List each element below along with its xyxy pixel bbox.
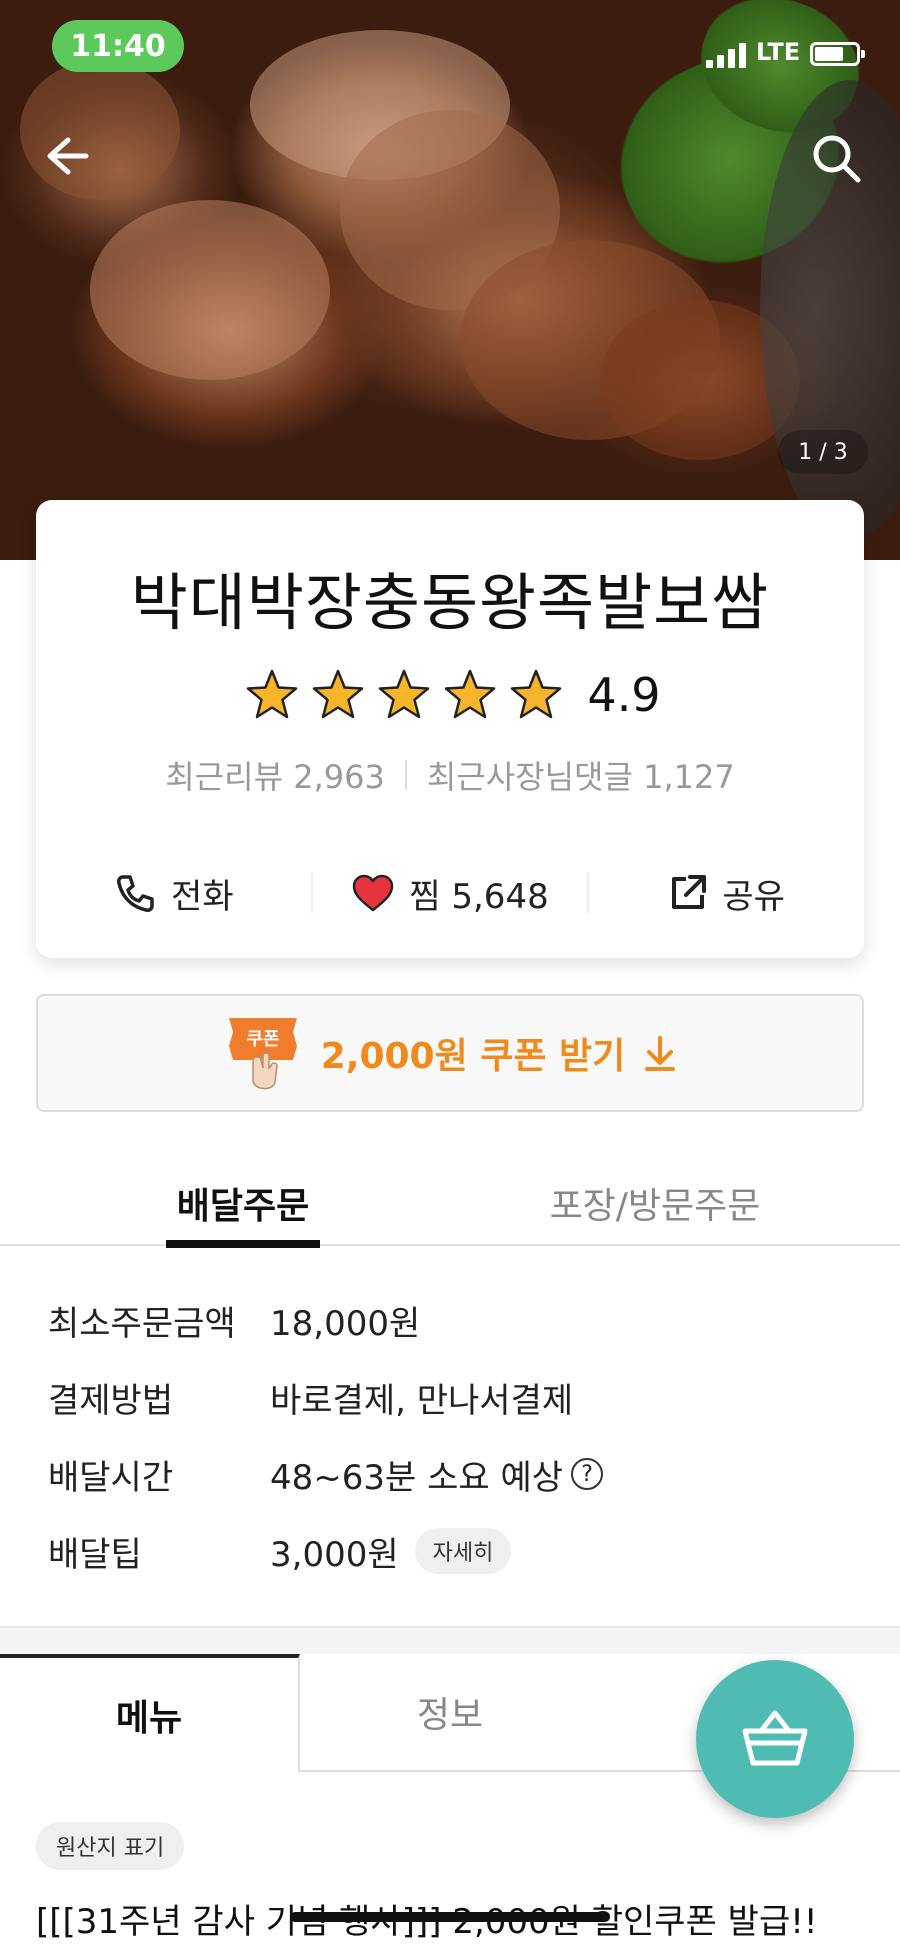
coupon-badge-text: 쿠폰 [246, 1029, 279, 1050]
favorite-label: 찜 5,648 [409, 876, 549, 917]
back-arrow-icon [47, 137, 89, 175]
delivery-tip-detail-button[interactable]: 자세히 [414, 1528, 512, 1574]
rating-row: 4.9 [36, 668, 864, 722]
tab-pickup-order[interactable]: 포장/방문주문 [530, 1160, 780, 1246]
star-icon [379, 669, 430, 719]
star-icon [313, 669, 364, 719]
download-arrow-icon [645, 1036, 676, 1071]
star-icon [247, 669, 298, 719]
info-value-wrap: 3,000원 자세히 [270, 1527, 512, 1576]
phone-icon [117, 875, 154, 912]
coupon-hand-icon: 쿠폰 [228, 1018, 297, 1090]
search-icon [813, 135, 861, 183]
basket-icon [742, 1710, 808, 1766]
battery-icon [810, 42, 865, 66]
info-value: 바로결제, 만나서결제 [270, 1380, 574, 1421]
store-actions: 전화 찜 5,648 공유 [36, 858, 864, 928]
share-icon [672, 875, 707, 909]
tab-info[interactable]: 정보 [300, 1654, 600, 1772]
status-bar: 11:40 LTE [0, 0, 900, 96]
call-button[interactable]: 전화 [36, 869, 311, 918]
store-info-card: 박대박장충동왕족발보쌈 4.9 최근리뷰 2,963 최근사장님댓글 1,127… [36, 500, 864, 958]
call-label: 전화 [171, 876, 234, 917]
search-button[interactable] [806, 128, 866, 188]
signal-icon [706, 40, 756, 68]
info-label: 결제방법 [48, 1380, 174, 1421]
share-button[interactable]: 공유 [589, 869, 864, 918]
home-indicator [290, 1912, 610, 1922]
info-value: 18,000원 [270, 1303, 421, 1344]
store-name: 박대박장충동왕족발보쌈 [130, 566, 770, 639]
coupon-download-button[interactable]: 쿠폰 2,000원 쿠폰 받기 [36, 994, 864, 1112]
review-counts: 최근리뷰 2,963 최근사장님댓글 1,127 [36, 752, 864, 798]
share-label: 공유 [722, 876, 785, 917]
info-label: 최소주문금액 [48, 1303, 236, 1344]
min-order-row: 최소주문금액 18,000원 [48, 1290, 420, 1350]
tab-delivery-order[interactable]: 배달주문 [166, 1160, 320, 1248]
tab-menu[interactable]: 메뉴 [0, 1654, 300, 1772]
info-label: 배달시간 [48, 1457, 174, 1498]
back-button[interactable] [36, 128, 92, 184]
cart-button[interactable] [696, 1660, 854, 1818]
coupon-label: 2,000원 쿠폰 받기 [320, 1036, 626, 1077]
order-type-tabs: 배달주문 포장/방문주문 [0, 1160, 900, 1248]
info-value: 3,000원 [270, 1534, 399, 1575]
divider [404, 760, 407, 790]
info-value-wrap: 48~63분 소요 예상 ? [270, 1450, 604, 1499]
payment-method-row: 결제방법 바로결제, 만나서결제 [48, 1367, 573, 1427]
favorite-button[interactable]: 찜 5,648 [313, 869, 588, 918]
star-icon [511, 669, 562, 719]
heart-icon [353, 874, 394, 912]
image-page-indicator: 1 / 3 [778, 430, 868, 474]
recent-reviews-link[interactable]: 최근리뷰 2,963 [165, 752, 385, 798]
info-label: 배달팁 [48, 1534, 142, 1575]
status-time: 11:40 [52, 20, 184, 72]
star-icon [445, 669, 496, 719]
info-value: 48~63분 소요 예상 [270, 1457, 564, 1498]
delivery-time-row: 배달시간 48~63분 소요 예상 ? [48, 1444, 604, 1504]
rating-value: 4.9 [587, 668, 661, 722]
network-type: LTE [756, 38, 801, 66]
help-icon[interactable]: ? [571, 1458, 604, 1490]
section-divider [0, 1626, 900, 1656]
origin-label-chip[interactable]: 원산지 표기 [36, 1822, 185, 1870]
owner-comments-link[interactable]: 최근사장님댓글 1,127 [427, 752, 735, 798]
delivery-tip-row: 배달팁 3,000원 자세히 [48, 1521, 512, 1581]
